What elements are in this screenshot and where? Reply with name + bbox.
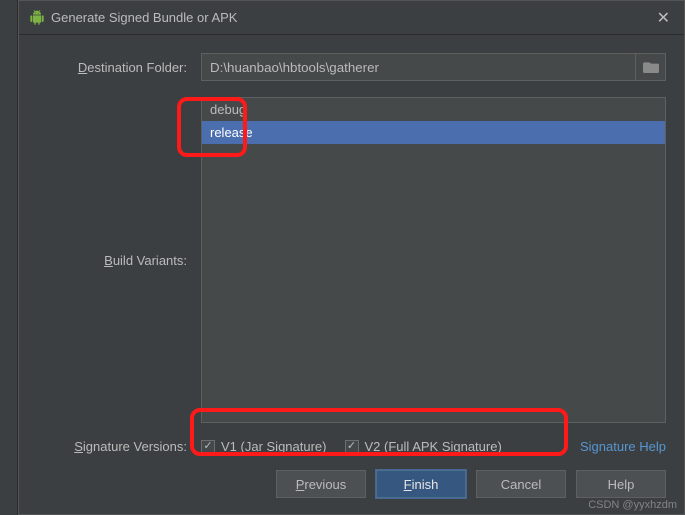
checkbox-box: ✓ <box>345 440 359 454</box>
v1-label: V1 (Jar Signature) <box>221 439 327 454</box>
v1-checkbox[interactable]: ✓ V1 (Jar Signature) <box>201 439 327 454</box>
mnemonic-d: D <box>78 60 87 75</box>
close-icon[interactable]: ✕ <box>653 8 674 28</box>
build-variants-label: Build Variants: <box>37 253 187 268</box>
label-text: ignature Versions: <box>83 439 187 454</box>
browse-button[interactable] <box>636 53 666 81</box>
mnemonic-b: B <box>104 253 113 268</box>
label-text: estination Folder: <box>87 60 187 75</box>
cancel-button[interactable]: Cancel <box>476 470 566 498</box>
v2-label: V2 (Full APK Signature) <box>365 439 502 454</box>
signature-row: ✓ V1 (Jar Signature) ✓ V2 (Full APK Sign… <box>201 439 666 454</box>
destination-input[interactable] <box>201 53 636 81</box>
help-button[interactable]: Help <box>576 470 666 498</box>
folder-icon <box>643 61 659 73</box>
destination-row <box>201 53 666 81</box>
signature-help-link[interactable]: Signature Help <box>580 439 666 454</box>
checkbox-box: ✓ <box>201 440 215 454</box>
variant-item-release[interactable]: release <box>202 121 665 144</box>
dialog-content: Destination Folder: Build Variants: debu… <box>19 35 684 460</box>
check-icon: ✓ <box>203 441 212 452</box>
dialog-title: Generate Signed Bundle or APK <box>45 10 653 25</box>
signature-versions-label: Signature Versions: <box>37 439 187 454</box>
android-icon <box>29 10 45 26</box>
destination-folder-label: Destination Folder: <box>37 60 187 75</box>
variant-item-debug[interactable]: debug <box>202 98 665 121</box>
check-icon: ✓ <box>347 441 356 452</box>
dialog-footer: Previous Finish Cancel Help <box>19 460 684 514</box>
mnemonic-s: S <box>74 439 83 454</box>
watermark: CSDN @yyxhzdm <box>588 499 677 511</box>
label-text: uild Variants: <box>113 253 187 268</box>
previous-button[interactable]: Previous <box>276 470 366 498</box>
finish-button[interactable]: Finish <box>376 470 466 498</box>
generate-signed-dialog: Generate Signed Bundle or APK ✕ Destinat… <box>18 0 685 515</box>
v2-checkbox[interactable]: ✓ V2 (Full APK Signature) <box>345 439 502 454</box>
build-variants-list[interactable]: debug release <box>201 97 666 423</box>
titlebar: Generate Signed Bundle or APK ✕ <box>19 1 684 35</box>
editor-sidebar-sliver <box>0 0 18 515</box>
